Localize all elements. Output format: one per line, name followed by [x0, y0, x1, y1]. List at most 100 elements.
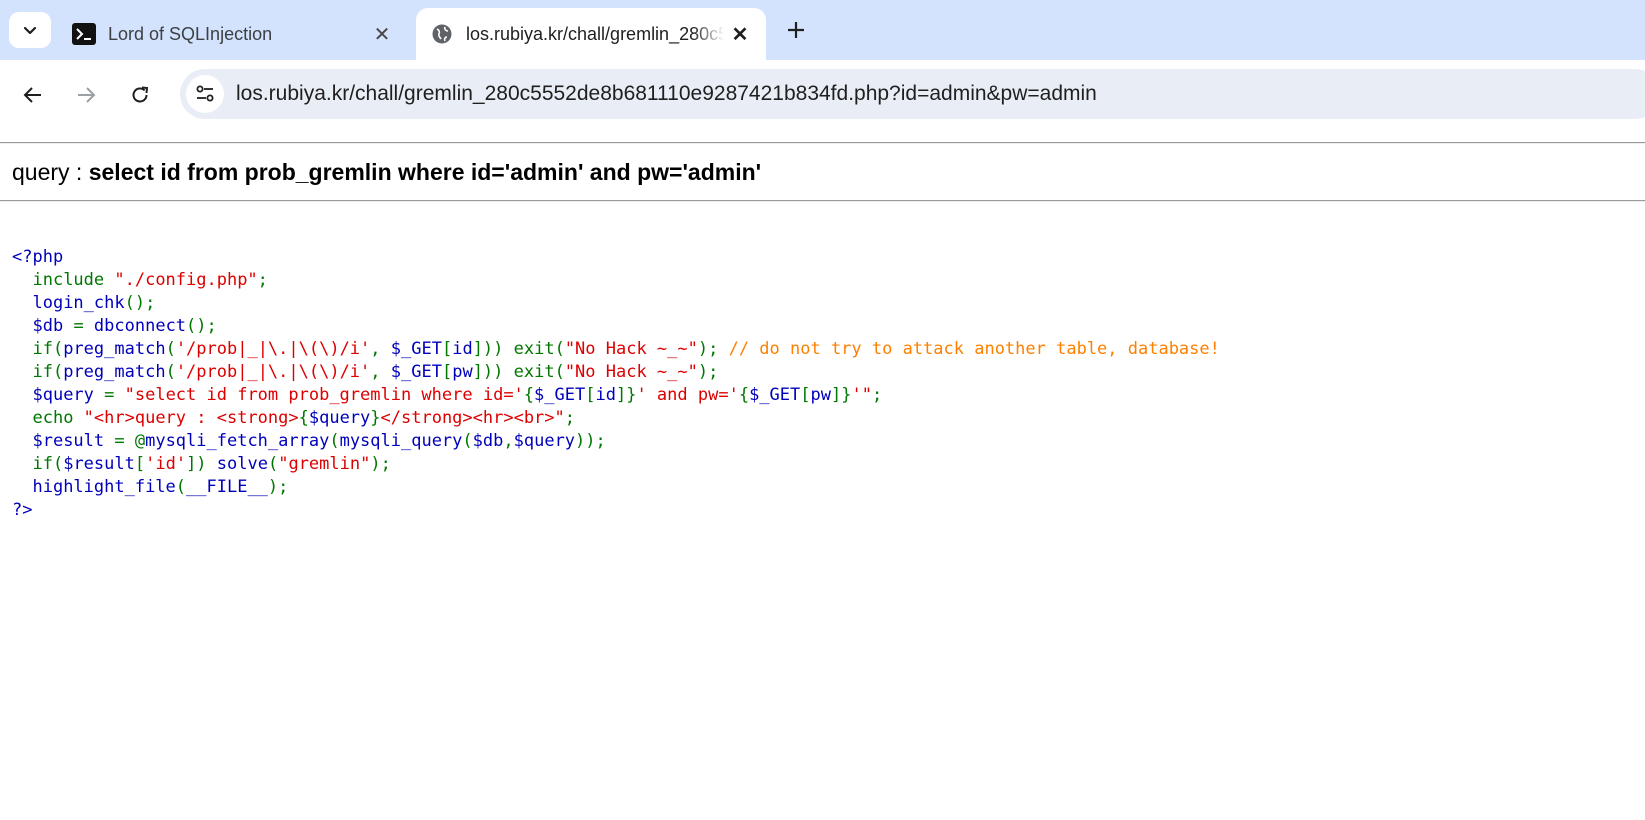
code-token: $result: [63, 454, 135, 474]
code-line: $query = "select id from prob_gremlin wh…: [12, 384, 1220, 407]
code-token: pw: [810, 385, 831, 405]
globe-icon: [430, 22, 454, 46]
code-line: $db = dbconnect();: [12, 315, 1220, 338]
code-token: );: [697, 339, 729, 359]
forward-button[interactable]: [68, 77, 104, 113]
code-token: $db: [472, 431, 504, 451]
code-token: ]}: [615, 385, 637, 405]
code-token: "No Hack ~_~": [564, 339, 698, 359]
close-tab-icon[interactable]: ✕: [370, 22, 394, 46]
code-token: $_GET: [534, 385, 586, 405]
code-token: $_GET: [749, 385, 801, 405]
code-token: ;: [564, 408, 576, 428]
tab-title: los.rubiya.kr/chall/gremlin_280c5552de8b…: [466, 23, 724, 44]
code-token: ();: [124, 293, 156, 313]
tune-icon: [196, 85, 214, 102]
code-token: // do not try to attack another table, d…: [728, 339, 1220, 359]
code-token: $db: [32, 316, 74, 336]
query-label: query :: [12, 159, 89, 185]
code-token: ();: [186, 316, 217, 336]
code-line: ?>: [12, 499, 1220, 522]
php-source-code: <?php include "./config.php"; login_chk(…: [12, 246, 1220, 522]
code-token: (: [175, 477, 187, 497]
code-token: ,: [503, 431, 514, 451]
code-token: preg_match: [63, 362, 166, 382]
tab-title: Lord of SQLInjection: [108, 23, 273, 44]
code-token: solve: [216, 454, 268, 474]
code-line: echo "<hr>query : <strong>{$query}</stro…: [12, 407, 1220, 430]
code-token: "gremlin": [278, 454, 371, 474]
terminal-icon: [72, 22, 96, 46]
code-token: }: [370, 408, 381, 428]
tab-gremlin-challenge[interactable]: los.rubiya.kr/chall/gremlin_280c5552de8b…: [416, 8, 766, 60]
arrow-left-icon: [23, 87, 41, 103]
tab-strip: Lord of SQLInjection ✕ los.rubiya.kr/cha…: [0, 0, 1645, 60]
reload-button[interactable]: [122, 77, 158, 113]
page-content: query : select id from prob_gremlin wher…: [0, 130, 1645, 820]
close-tab-icon[interactable]: ✕: [728, 22, 752, 46]
code-token: [: [441, 339, 453, 359]
code-token: [: [134, 454, 146, 474]
code-token: '/prob|_|\.|\(\)/i': [175, 339, 371, 359]
code-token: preg_match: [63, 339, 166, 359]
code-token: '": [851, 385, 872, 405]
code-token: (: [165, 362, 176, 382]
chevron-down-icon: [23, 26, 37, 35]
code-token: $query: [308, 408, 371, 428]
code-token: dbconnect: [93, 316, 187, 336]
code-token: pw: [452, 362, 473, 382]
code-token: ])) exit(: [472, 339, 565, 359]
address-bar[interactable]: los.rubiya.kr/chall/gremlin_280c5552de8b…: [180, 69, 1645, 119]
site-info-button[interactable]: [186, 75, 224, 113]
code-token: id: [452, 339, 473, 359]
code-token: = @: [114, 431, 146, 451]
new-tab-button[interactable]: [778, 12, 814, 48]
reload-icon: [132, 86, 149, 103]
code-token: $result: [32, 431, 115, 451]
code-token: =: [104, 385, 125, 405]
code-token: "No Hack ~_~": [564, 362, 698, 382]
code-token: [: [441, 362, 453, 382]
query-line: query : select id from prob_gremlin wher…: [12, 159, 761, 186]
code-token: {: [523, 385, 535, 405]
code-token: echo: [32, 408, 84, 428]
code-token: login_chk: [32, 293, 125, 313]
plus-icon: [788, 22, 804, 38]
code-token: ,: [370, 339, 391, 359]
code-token: $query: [32, 385, 105, 405]
code-token: [: [800, 385, 811, 405]
horizontal-rule: [0, 142, 1645, 144]
code-token: <?php: [12, 247, 64, 267]
code-token: id: [595, 385, 616, 405]
code-line: $result = @mysqli_fetch_array(mysqli_que…: [12, 430, 1220, 453]
code-token: ]): [186, 454, 217, 474]
tab-search-button[interactable]: [9, 12, 51, 48]
url-text[interactable]: los.rubiya.kr/chall/gremlin_280c5552de8b…: [236, 82, 1097, 106]
code-token: include: [32, 270, 115, 290]
code-token: </strong><hr><br>": [380, 408, 565, 428]
code-token: __FILE__: [186, 477, 268, 497]
code-line: <?php: [12, 246, 1220, 269]
code-line: login_chk();: [12, 292, 1220, 315]
code-token: ));: [575, 431, 606, 451]
code-line: if(preg_match('/prob|_|\.|\(\)/i', $_GET…: [12, 361, 1220, 384]
code-token: );: [697, 362, 719, 382]
code-token: ;: [257, 270, 268, 290]
code-token: ?>: [12, 500, 33, 520]
tab-lord-of-sqlinjection[interactable]: Lord of SQLInjection ✕: [58, 8, 408, 60]
code-token: 'id': [145, 454, 187, 474]
code-token: $_GET: [390, 339, 442, 359]
code-token: "select id from prob_gremlin where id=': [124, 385, 524, 405]
code-token: if(: [32, 339, 64, 359]
back-button[interactable]: [15, 77, 51, 113]
code-token: '/prob|_|\.|\(\)/i': [175, 362, 371, 382]
code-token: (: [329, 431, 340, 451]
code-line: if($result['id']) solve("gremlin");: [12, 453, 1220, 476]
code-token: mysqli_fetch_array: [145, 431, 330, 451]
code-token: {: [738, 385, 750, 405]
code-token: ' and pw=': [636, 385, 739, 405]
